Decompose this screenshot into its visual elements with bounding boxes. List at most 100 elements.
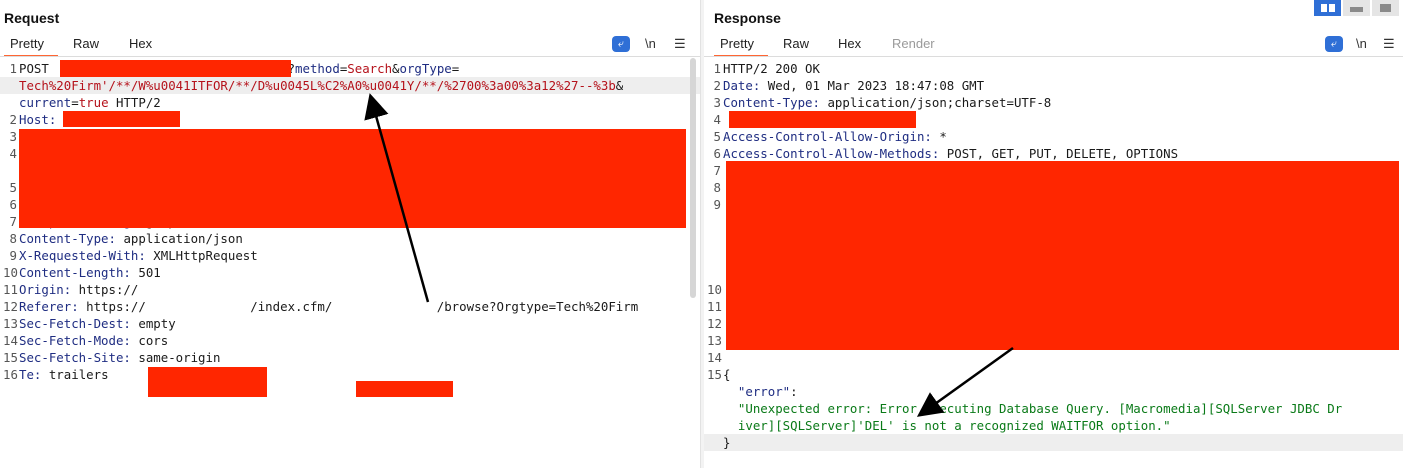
code-token: HTTP/2 200 OK bbox=[723, 61, 820, 76]
tab-pretty[interactable]: Pretty bbox=[4, 36, 58, 57]
code-line: 9 X-Requested-With: XMLHttpRequest bbox=[0, 247, 700, 264]
redaction-box bbox=[729, 111, 916, 128]
code-token: & bbox=[392, 61, 400, 76]
line-text: "Unexpected error: Error Executing Datab… bbox=[723, 400, 1342, 417]
code-token: method bbox=[295, 61, 340, 76]
code-token: Sec-Fetch-Dest: bbox=[19, 316, 131, 331]
split-horizontal-icon[interactable] bbox=[1314, 0, 1341, 16]
code-token: Host: bbox=[19, 112, 57, 127]
line-number: 8 bbox=[9, 231, 17, 246]
line-number: 2 bbox=[713, 78, 721, 93]
code-token: : bbox=[790, 384, 798, 399]
line-number: 11 bbox=[3, 282, 18, 297]
tab-raw[interactable]: Raw bbox=[73, 36, 99, 51]
code-line: Tech%20Firm'/**/W%u0041ITFOR/**/D%u0045L… bbox=[0, 77, 700, 94]
line-number: 3 bbox=[713, 95, 721, 110]
scrollbar[interactable] bbox=[690, 58, 696, 298]
line-text: Sec-Fetch-Site: same-origin bbox=[19, 349, 220, 366]
line-number: 12 bbox=[707, 316, 722, 331]
line-number: 4 bbox=[9, 146, 17, 161]
code-line: 13 Sec-Fetch-Dest: empty bbox=[0, 315, 700, 332]
tab-render[interactable]: Render bbox=[892, 36, 935, 51]
code-line: } bbox=[704, 434, 1403, 451]
request-title: Request bbox=[4, 10, 60, 26]
code-token: Search bbox=[347, 61, 393, 76]
line-text: iver][SQLServer]'DEL' is not a recognize… bbox=[723, 417, 1171, 434]
code-token: POST, GET, PUT, DELETE, OPTIONS bbox=[939, 146, 1179, 161]
code-line: "Unexpected error: Error Executing Datab… bbox=[704, 400, 1403, 417]
tab-divider bbox=[0, 56, 700, 57]
tab-pretty[interactable]: Pretty bbox=[714, 36, 768, 57]
word-wrap-icon[interactable]: ⤶ bbox=[612, 36, 630, 52]
single-pane-icon[interactable] bbox=[1372, 0, 1399, 16]
split-vertical-icon[interactable] bbox=[1343, 0, 1370, 16]
code-token: * bbox=[931, 129, 947, 144]
line-number: 10 bbox=[707, 282, 722, 297]
line-text: { bbox=[723, 366, 730, 383]
line-text: Content-Type: application/json bbox=[19, 230, 243, 247]
line-number: 2 bbox=[9, 112, 17, 127]
hamburger-menu-icon[interactable]: ☰ bbox=[674, 36, 686, 52]
view-mode-switcher bbox=[1312, 0, 1399, 16]
code-token: 501 bbox=[130, 265, 161, 280]
code-token: orgType bbox=[399, 61, 452, 76]
tab-raw[interactable]: Raw bbox=[783, 36, 809, 51]
code-token: /browse?Orgtype=Tech%20Firm bbox=[436, 299, 639, 314]
line-text: X-Requested-With: XMLHttpRequest bbox=[19, 247, 258, 264]
hamburger-menu-icon[interactable]: ☰ bbox=[1383, 36, 1395, 52]
code-token: Sec-Fetch-Site: bbox=[19, 350, 131, 365]
line-text: Origin: https:// bbox=[19, 281, 138, 298]
line-number: 7 bbox=[9, 214, 17, 229]
code-token: = bbox=[451, 61, 460, 76]
code-token: /index.cfm/ bbox=[250, 299, 333, 314]
code-token: Origin: bbox=[19, 282, 72, 297]
code-token: X-Requested-With: bbox=[19, 248, 146, 263]
code-token: "Unexpected error: Error Executing Datab… bbox=[737, 401, 1343, 416]
show-newlines-button[interactable]: \n bbox=[1356, 36, 1367, 51]
line-text: Content-Type: application/json;charset=U… bbox=[723, 94, 1051, 111]
tab-hex[interactable]: Hex bbox=[838, 36, 861, 51]
code-token: true bbox=[78, 95, 109, 110]
code-line: 15{ bbox=[704, 366, 1403, 383]
code-token: { bbox=[723, 367, 731, 382]
code-line: 12 Referer: https:// /index.cfm/ /browse?… bbox=[0, 298, 700, 315]
word-wrap-icon[interactable]: ⤶ bbox=[1325, 36, 1343, 52]
line-number: 12 bbox=[3, 299, 18, 314]
code-token: } bbox=[723, 435, 731, 450]
code-token: current bbox=[19, 95, 72, 110]
code-line: 8 Content-Type: application/json bbox=[0, 230, 700, 247]
code-token: application/json bbox=[115, 231, 243, 246]
code-token: "error" bbox=[737, 384, 791, 399]
code-token: same-origin bbox=[130, 350, 221, 365]
line-text: Te: trailers bbox=[19, 366, 109, 383]
line-number: 5 bbox=[713, 129, 721, 144]
request-tabs: Pretty Raw Hex bbox=[4, 34, 210, 57]
line-number: 14 bbox=[3, 333, 18, 348]
line-text: Tech%20Firm'/**/W%u0041ITFOR/**/D%u0045L… bbox=[19, 77, 623, 94]
tab-hex[interactable]: Hex bbox=[129, 36, 152, 51]
show-newlines-button[interactable]: \n bbox=[645, 36, 656, 51]
line-number: 16 bbox=[3, 367, 18, 382]
code-token: Content-Type: bbox=[723, 95, 820, 110]
code-line: 10 Content-Length: 501 bbox=[0, 264, 700, 281]
code-line: 5 Access-Control-Allow-Origin: * bbox=[704, 128, 1403, 145]
line-number: 13 bbox=[707, 333, 722, 348]
line-number: 8 bbox=[713, 180, 721, 195]
code-token: HTTP/2 bbox=[108, 95, 161, 110]
line-text: } bbox=[723, 434, 730, 451]
code-token: Content-Length: bbox=[19, 265, 131, 280]
code-token: Referer: bbox=[19, 299, 79, 314]
code-token: Access-Control-Allow-Origin: bbox=[723, 129, 932, 144]
line-text: Access-Control-Allow-Methods: POST, GET,… bbox=[723, 145, 1178, 162]
line-text: Sec-Fetch-Mode: cors bbox=[19, 332, 168, 349]
response-pane: Response Pretty Raw Hex Render ⤶ \n ☰ 1H… bbox=[704, 0, 1403, 468]
line-text: HTTP/2 200 OK bbox=[723, 60, 820, 77]
line-number: 9 bbox=[9, 248, 17, 263]
redaction-box bbox=[726, 161, 1399, 350]
code-token: = bbox=[71, 95, 79, 110]
line-text: Host: bbox=[19, 111, 56, 128]
code-line: 16 Te: trailers bbox=[0, 366, 700, 383]
